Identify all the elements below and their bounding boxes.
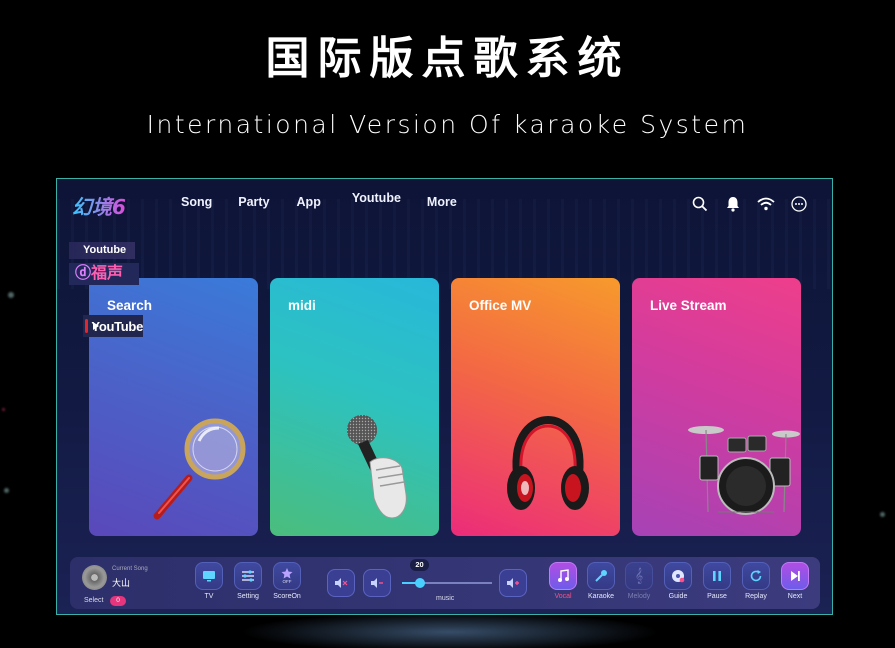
vocal-button[interactable]: Vocal — [548, 562, 578, 600]
nav-song[interactable]: Song — [181, 195, 212, 209]
karaoke-button[interactable]: Karaoke — [586, 562, 616, 600]
pause-label: Pause — [707, 593, 727, 600]
bell-icon[interactable] — [723, 194, 742, 213]
youtube-play-icon — [85, 319, 101, 333]
pause-icon[interactable] — [703, 562, 731, 590]
replay-button[interactable]: Replay — [741, 562, 771, 600]
karaoke-label: Karaoke — [587, 593, 615, 600]
score-off-label: OFF — [282, 579, 292, 584]
music-volume-slider[interactable] — [402, 578, 492, 588]
score-label: ScoreOn — [273, 593, 301, 600]
sliders-icon[interactable] — [234, 562, 262, 590]
nav-party[interactable]: Party — [238, 195, 269, 209]
slider-knob[interactable] — [415, 578, 425, 588]
nav-youtube[interactable]: Youtube — [352, 191, 401, 205]
bokeh-dot — [4, 488, 9, 493]
volume-down-button[interactable] — [363, 569, 391, 597]
vocal-label: Vocal — [554, 593, 572, 600]
youtube-logo-text: YouTube — [91, 318, 143, 334]
setting-button[interactable]: Setting — [233, 562, 263, 600]
search-icon[interactable] — [690, 194, 709, 213]
score-button[interactable]: OFF ScoreOn — [272, 562, 302, 600]
pause-button[interactable]: Pause — [702, 562, 732, 600]
bokeh-dot — [8, 292, 14, 298]
volume-up-icon — [507, 578, 519, 588]
tv-icon[interactable] — [195, 562, 223, 590]
next-label: Next — [787, 593, 803, 600]
wifi-icon[interactable] — [756, 194, 775, 213]
treble-clef-icon[interactable]: 𝄞 — [625, 562, 653, 590]
setting-label: Setting — [237, 593, 259, 600]
app-logo: 幻境6 — [72, 191, 126, 220]
brand-name: 福声 — [91, 265, 124, 282]
music-note-icon[interactable] — [549, 562, 577, 590]
guide-disc-icon[interactable] — [664, 562, 692, 590]
melody-label: Melody — [627, 593, 651, 600]
bokeh-dot — [880, 512, 885, 517]
card-title: Live Stream — [650, 298, 727, 313]
microphone-icon — [347, 415, 407, 519]
nav-more[interactable]: More — [427, 195, 457, 209]
card-office-mv[interactable]: Office MV — [451, 278, 620, 536]
tv-button[interactable]: TV — [194, 562, 224, 600]
card-title: Office MV — [469, 298, 532, 313]
select-label: Select — [84, 597, 104, 604]
nav-app[interactable]: App — [297, 195, 321, 209]
current-song-title: 大山 — [112, 578, 131, 588]
tv-label: TV — [204, 593, 214, 600]
youtube-logo: YouTube — [83, 315, 143, 337]
page-title: 国际版点歌系统 — [265, 33, 630, 84]
player-bar: Current Song 大山 Select 0 TV Setting OFF … — [70, 557, 820, 609]
next-button[interactable]: Next — [780, 562, 810, 600]
guide-label: Guide — [668, 593, 688, 600]
card-title: Search — [107, 298, 153, 313]
music-label: music — [436, 595, 455, 602]
replay-label: Replay — [745, 593, 767, 600]
disc-icon[interactable] — [82, 565, 107, 590]
replay-icon[interactable] — [742, 562, 770, 590]
drum-kit-icon — [688, 426, 800, 515]
music-mute-button[interactable] — [327, 569, 355, 597]
guide-button[interactable]: Guide — [663, 562, 693, 600]
melody-button[interactable]: 𝄞 Melody — [624, 562, 654, 600]
brand-logo: ⓓ福声 — [69, 263, 139, 285]
current-song-label: Current Song — [112, 566, 148, 572]
volume-value-badge: 20 — [410, 559, 429, 571]
mute-icon — [335, 578, 348, 588]
volume-down-icon — [371, 578, 383, 588]
card-midi[interactable]: midi — [270, 278, 439, 536]
stage-glow — [240, 612, 660, 648]
volume-up-button[interactable] — [499, 569, 527, 597]
magnifier-icon — [153, 418, 246, 520]
card-live-stream[interactable]: Live Stream — [632, 278, 801, 536]
next-icon[interactable] — [781, 562, 809, 590]
more-icon[interactable] — [789, 194, 808, 213]
star-icon[interactable]: OFF — [273, 562, 301, 590]
card-title: midi — [288, 298, 316, 313]
bokeh-dot — [2, 408, 5, 411]
karaoke-screen: 幻境6 Song Party App Youtube More Search m… — [56, 178, 833, 615]
select-count-badge[interactable]: 0 — [110, 596, 126, 606]
headphones-icon — [507, 415, 589, 510]
page-subtitle: International Version Of karaoke System — [146, 110, 749, 139]
youtube-tag: Youtube — [69, 242, 135, 259]
microphone-icon[interactable] — [587, 562, 615, 590]
top-icons — [690, 194, 808, 213]
top-nav: Song Party App Youtube More — [181, 191, 457, 209]
